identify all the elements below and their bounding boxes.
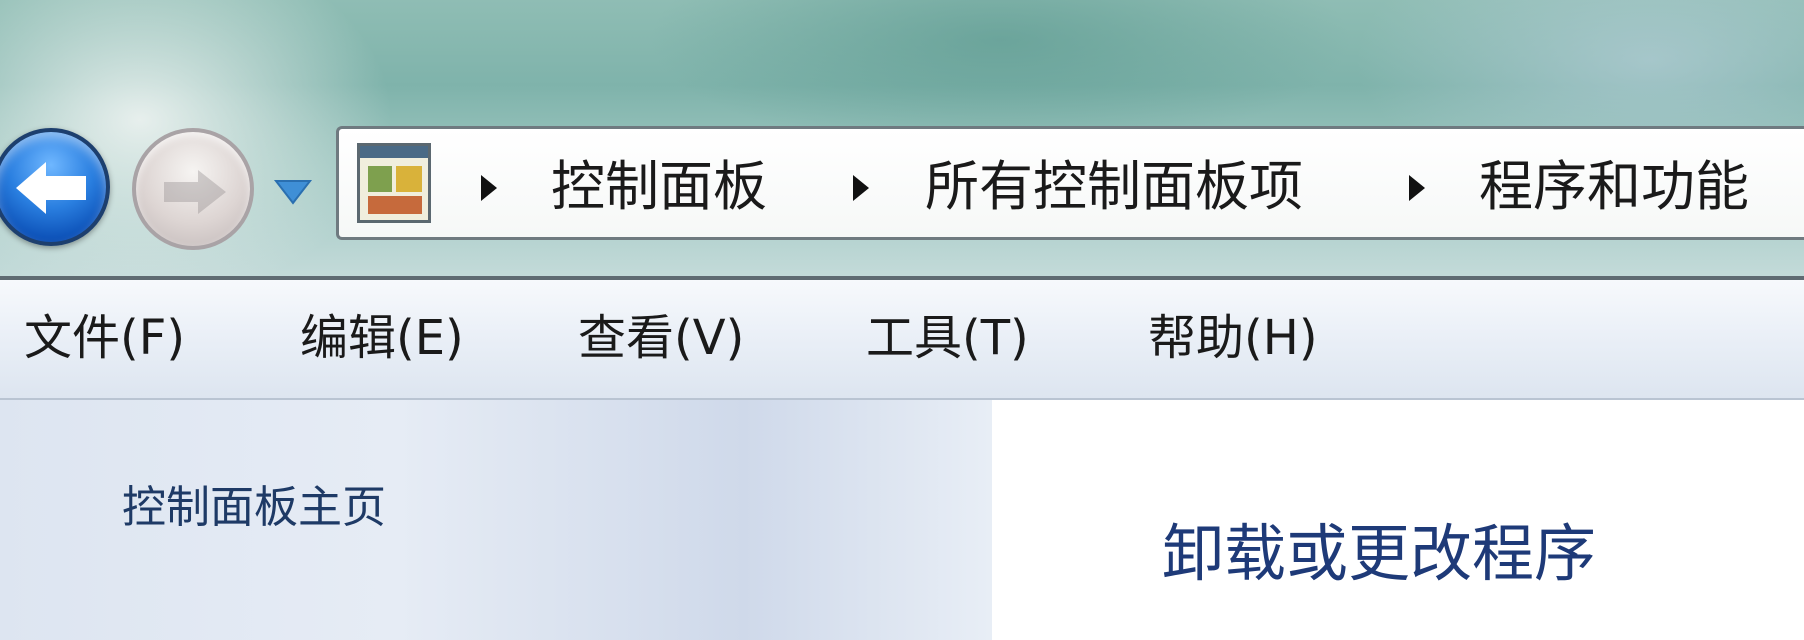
menu-help[interactable]: 帮助(H) — [1148, 308, 1318, 368]
breadcrumb-control-panel[interactable]: 控制面板 — [551, 155, 767, 219]
back-arrow-icon — [16, 162, 86, 214]
forward-arrow-icon — [164, 170, 226, 214]
breadcrumb-all-control-panel-items[interactable]: 所有控制面板项 — [925, 155, 1303, 219]
breadcrumb-programs-and-features[interactable]: 程序和功能 — [1479, 155, 1749, 219]
menu-tools[interactable]: 工具(T) — [866, 308, 1029, 368]
menu-view[interactable]: 查看(V) — [578, 308, 744, 368]
menu-bar: 文件(F) 编辑(E) 查看(V) 工具(T) 帮助(H) — [0, 280, 1804, 400]
address-bar[interactable]: 控制面板 所有控制面板项 程序和功能 — [336, 126, 1804, 240]
breadcrumb-separator-icon[interactable] — [481, 175, 497, 201]
breadcrumb-separator-icon[interactable] — [853, 175, 869, 201]
menu-file[interactable]: 文件(F) — [24, 308, 185, 368]
task-sidebar: 控制面板主页 — [0, 400, 992, 640]
page-title: 卸载或更改程序 — [1162, 517, 1597, 590]
chevron-down-icon — [273, 180, 313, 205]
recent-pages-dropdown[interactable] — [272, 175, 314, 207]
breadcrumb-separator-icon[interactable] — [1409, 175, 1425, 201]
main-content: 卸载或更改程序 — [992, 400, 1804, 640]
control-panel-icon — [357, 143, 431, 223]
forward-button[interactable] — [132, 128, 254, 250]
control-panel-home-link[interactable]: 控制面板主页 — [122, 480, 386, 536]
menu-edit[interactable]: 编辑(E) — [300, 308, 464, 368]
